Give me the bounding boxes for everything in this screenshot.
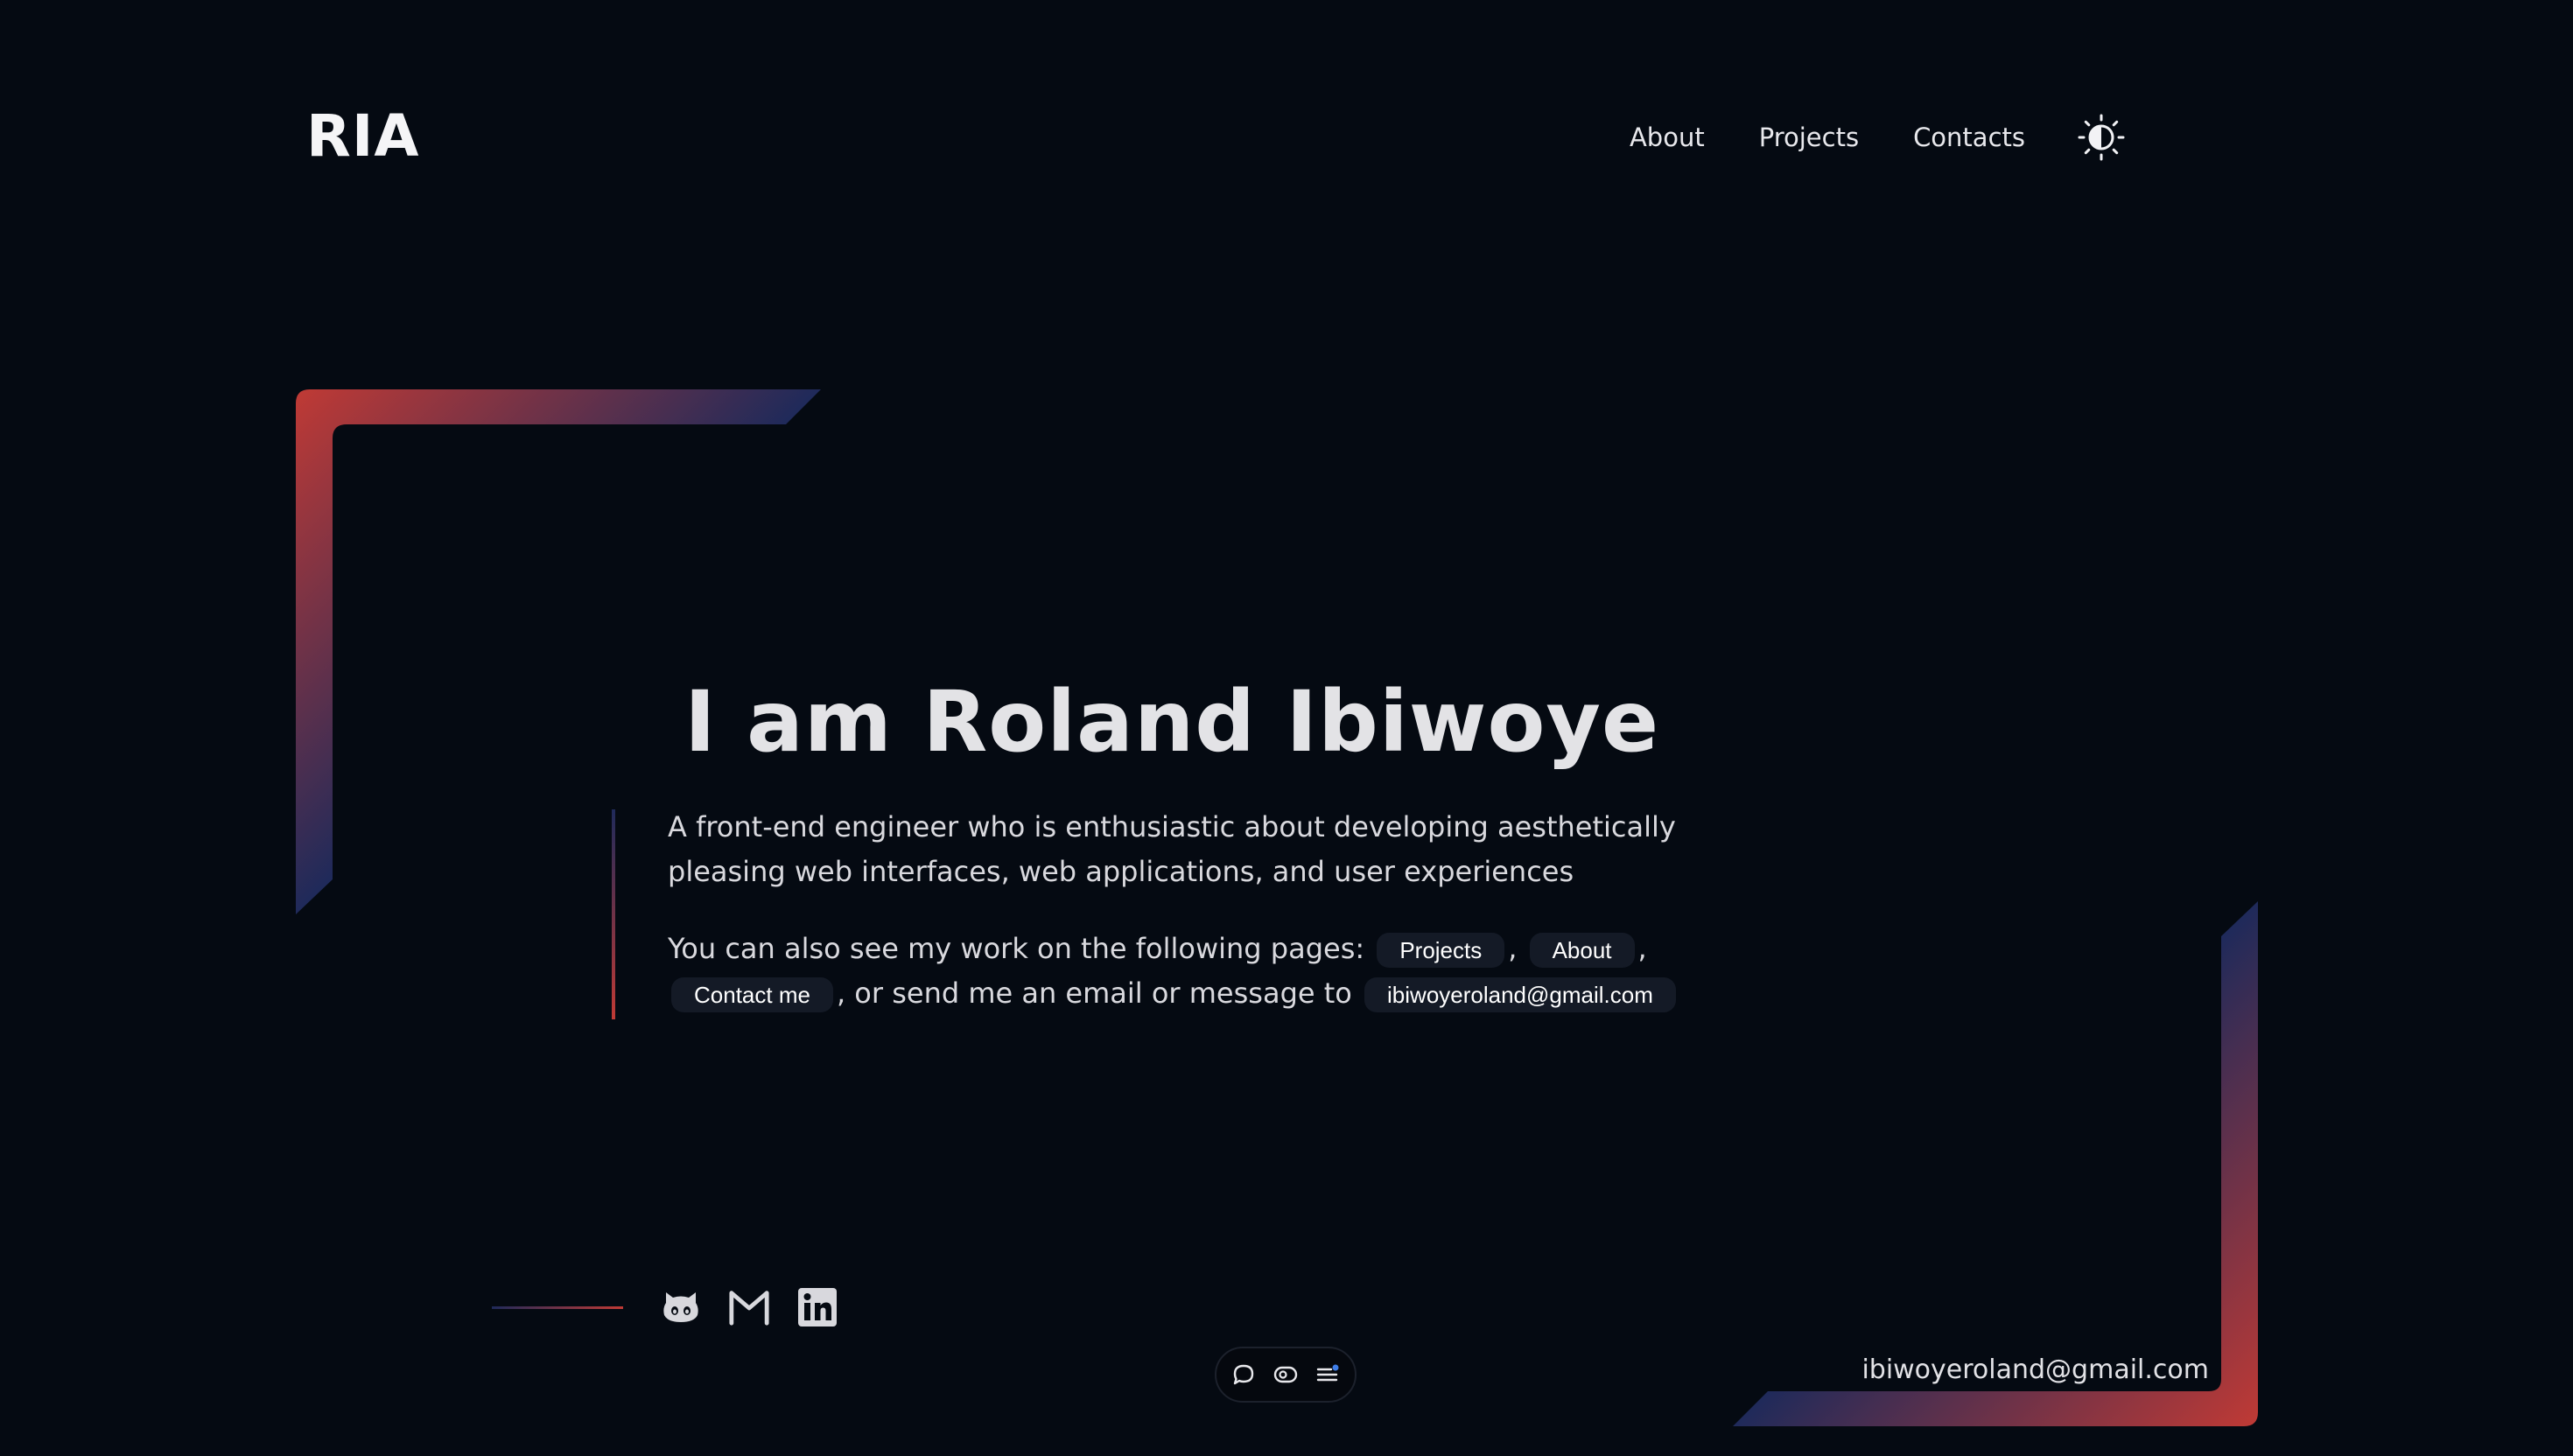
main-nav: About Projects Contacts (1630, 114, 2125, 161)
nav-contacts[interactable]: Contacts (1913, 116, 2025, 159)
hero-intro: A front-end engineer who is enthusiastic… (668, 805, 1718, 1016)
menu-button[interactable] (1315, 1362, 1341, 1388)
links-comma: , (1508, 932, 1518, 965)
hero-links-paragraph: You can also see my work on the followin… (668, 927, 1718, 1016)
links-outro-text: , or send me an email or message to (836, 976, 1352, 1010)
nav-projects[interactable]: Projects (1759, 116, 1859, 159)
linkedin-link[interactable] (796, 1286, 838, 1328)
gmail-icon (729, 1291, 769, 1326)
menu-icon (1316, 1364, 1339, 1382)
links-intro-text: You can also see my work on the followin… (668, 932, 1365, 965)
social-links (492, 1286, 838, 1328)
contact-link-chip[interactable]: Contact me (671, 977, 833, 1012)
intro-accent-bar (612, 809, 615, 1019)
toggle-pill-icon (1273, 1366, 1298, 1383)
hero-title: I am Roland Ibiwoye (684, 673, 1660, 771)
github-icon (663, 1292, 698, 1322)
contrast-sun-icon (2078, 114, 2125, 161)
links-comma: , (1637, 932, 1647, 965)
github-link[interactable] (660, 1286, 702, 1328)
bottom-right-corner-frame (1733, 901, 2258, 1426)
linkedin-icon (798, 1288, 837, 1326)
chat-button[interactable] (1230, 1362, 1257, 1388)
toggle-button[interactable] (1272, 1362, 1299, 1388)
theme-toggle-button[interactable] (2078, 114, 2125, 161)
about-link-chip[interactable]: About (1529, 933, 1635, 968)
footer-email-link[interactable]: ibiwoyeroland@gmail.com (1861, 1350, 2209, 1390)
floating-toolbar (1215, 1347, 1357, 1403)
email-link-chip[interactable]: ibiwoyeroland@gmail.com (1364, 977, 1676, 1012)
projects-link-chip[interactable]: Projects (1377, 933, 1505, 968)
chat-bubble-icon (1233, 1364, 1254, 1385)
nav-about[interactable]: About (1630, 116, 1705, 159)
hero-description: A front-end engineer who is enthusiastic… (668, 810, 1676, 888)
gmail-link[interactable] (728, 1286, 770, 1328)
site-logo[interactable]: RIA (306, 102, 419, 172)
social-accent-line (492, 1306, 623, 1309)
